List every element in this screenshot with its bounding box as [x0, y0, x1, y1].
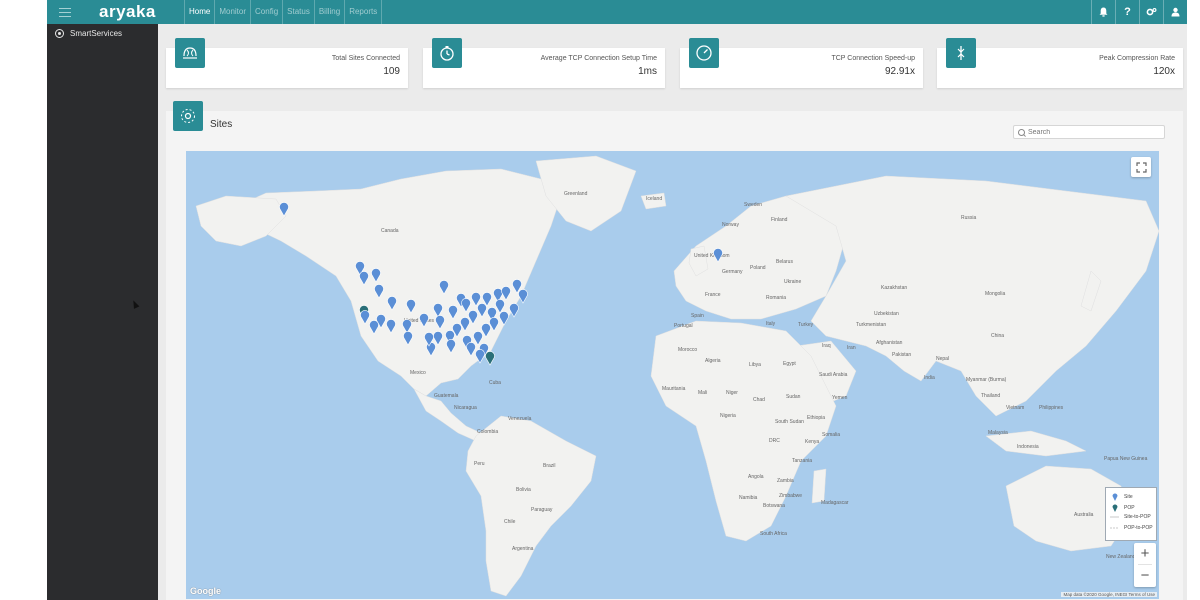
search-input[interactable] — [1028, 127, 1158, 137]
tab-billing[interactable]: Billing — [313, 0, 344, 24]
site-marker[interactable] — [446, 339, 456, 354]
timer-icon — [432, 38, 462, 68]
site-marker[interactable] — [461, 298, 471, 313]
pop-marker-icon — [1110, 503, 1119, 512]
site-marker[interactable] — [439, 280, 449, 295]
site-marker[interactable] — [359, 271, 369, 286]
pop-marker[interactable] — [485, 351, 495, 366]
speedometer-icon — [689, 38, 719, 68]
site-marker[interactable] — [518, 289, 528, 304]
fullscreen-icon[interactable] — [1131, 157, 1151, 177]
stat-value: 120x — [1153, 66, 1175, 77]
map-attribution: Map data ©2020 Google, INEGI Terms of Us… — [1061, 592, 1157, 597]
site-marker[interactable] — [473, 331, 483, 346]
site-marker[interactable] — [475, 349, 485, 364]
top-bar: aryaka Home Monitor Config Status Billin… — [47, 0, 1187, 24]
stat-value: 92.91x — [884, 66, 915, 77]
site-marker[interactable] — [419, 313, 429, 328]
site-marker[interactable] — [435, 315, 445, 330]
smart-services-icon — [55, 28, 64, 38]
stat-card-tcp-speedup: TCP Connection Speed-up 92.91x — [680, 38, 923, 88]
site-marker[interactable] — [509, 303, 519, 318]
help-icon[interactable]: ? — [1115, 0, 1139, 24]
zoom-out-button[interactable]: − — [1134, 565, 1156, 586]
site-marker[interactable] — [369, 320, 379, 335]
site-marker[interactable] — [371, 268, 381, 283]
compression-icon — [946, 38, 976, 68]
sidebar-item-smartservices[interactable]: SmartServices — [47, 26, 158, 40]
tab-status[interactable]: Status — [282, 0, 314, 24]
site-marker[interactable] — [403, 331, 413, 346]
stat-label: Average TCP Connection Setup Time — [540, 55, 657, 62]
site-marker[interactable] — [481, 323, 491, 338]
site-marker[interactable] — [402, 319, 412, 334]
pop-to-pop-line-icon — [1110, 527, 1119, 529]
user-icon[interactable] — [1163, 0, 1187, 24]
stat-label: Total Sites Connected — [331, 55, 400, 62]
site-marker[interactable] — [501, 286, 511, 301]
tab-home[interactable]: Home — [184, 0, 214, 24]
google-logo: Google — [190, 586, 221, 596]
nav-tabs: Home Monitor Config Status Billing Repor… — [184, 0, 383, 24]
site-marker[interactable] — [433, 331, 443, 346]
sidebar: SmartServices — [47, 24, 158, 600]
site-marker[interactable] — [499, 311, 509, 326]
site-marker[interactable] — [471, 292, 481, 307]
site-marker[interactable] — [489, 317, 499, 332]
stat-label: TCP Connection Speed-up — [831, 55, 915, 62]
tab-reports[interactable]: Reports — [344, 0, 383, 24]
brand-logo: aryaka — [99, 2, 156, 21]
hamburger-menu-icon[interactable] — [59, 5, 71, 19]
zoom-in-button[interactable]: + — [1134, 543, 1156, 564]
sidebar-item-label: SmartServices — [70, 28, 123, 38]
site-search-field[interactable] — [1013, 125, 1165, 139]
site-marker[interactable] — [460, 317, 470, 332]
legend-pop-to-pop: POP-to-POP — [1110, 525, 1153, 531]
site-marker[interactable] — [406, 299, 416, 314]
stat-value: 109 — [383, 66, 400, 77]
site-marker[interactable] — [279, 202, 289, 217]
stat-label: Peak Compression Rate — [1099, 55, 1175, 62]
zoom-control: + − — [1134, 543, 1156, 587]
site-marker[interactable] — [360, 310, 370, 325]
sites-title: Sites — [210, 119, 233, 130]
site-marker[interactable] — [387, 296, 397, 311]
site-marker[interactable] — [433, 303, 443, 318]
legend-pop: POP — [1110, 503, 1135, 512]
legend-site-to-pop: Site-to-POP — [1110, 514, 1151, 520]
stat-card-total-sites: Total Sites Connected 109 — [166, 38, 408, 88]
site-to-pop-line-icon — [1110, 516, 1119, 518]
stat-card-avg-tcp-setup: Average TCP Connection Setup Time 1ms — [423, 38, 665, 88]
site-marker[interactable] — [386, 319, 396, 334]
site-marker[interactable] — [374, 284, 384, 299]
site-marker[interactable] — [477, 303, 487, 318]
top-right-icons: ? — [1091, 0, 1187, 24]
site-marker[interactable] — [468, 310, 478, 325]
stat-value: 1ms — [638, 66, 657, 77]
settings-icon[interactable] — [1139, 0, 1163, 24]
site-markers-layer — [279, 202, 723, 366]
site-marker[interactable] — [713, 248, 723, 263]
app-frame: aryaka Home Monitor Config Status Billin… — [47, 0, 1187, 600]
world-map[interactable]: Greenland Iceland Sweden Finland Norway … — [186, 151, 1159, 599]
bell-icon[interactable] — [1091, 0, 1115, 24]
legend-site: Site — [1110, 492, 1133, 501]
sites-network-icon — [173, 101, 203, 131]
site-marker[interactable] — [466, 342, 476, 357]
site-marker[interactable] — [448, 305, 458, 320]
sites-icon — [175, 38, 205, 68]
site-marker-icon — [1110, 492, 1119, 501]
tab-config[interactable]: Config — [250, 0, 282, 24]
sites-panel: Sites Search Greenland Iceland Sweden Fi… — [166, 101, 1183, 600]
map-legend: Site POP Site-to-POP POP-to-POP — [1105, 487, 1157, 541]
site-marker[interactable] — [495, 299, 505, 314]
stat-card-peak-compression: Peak Compression Rate 120x — [937, 38, 1183, 88]
search-icon — [1018, 129, 1025, 136]
tab-monitor[interactable]: Monitor — [214, 0, 250, 24]
